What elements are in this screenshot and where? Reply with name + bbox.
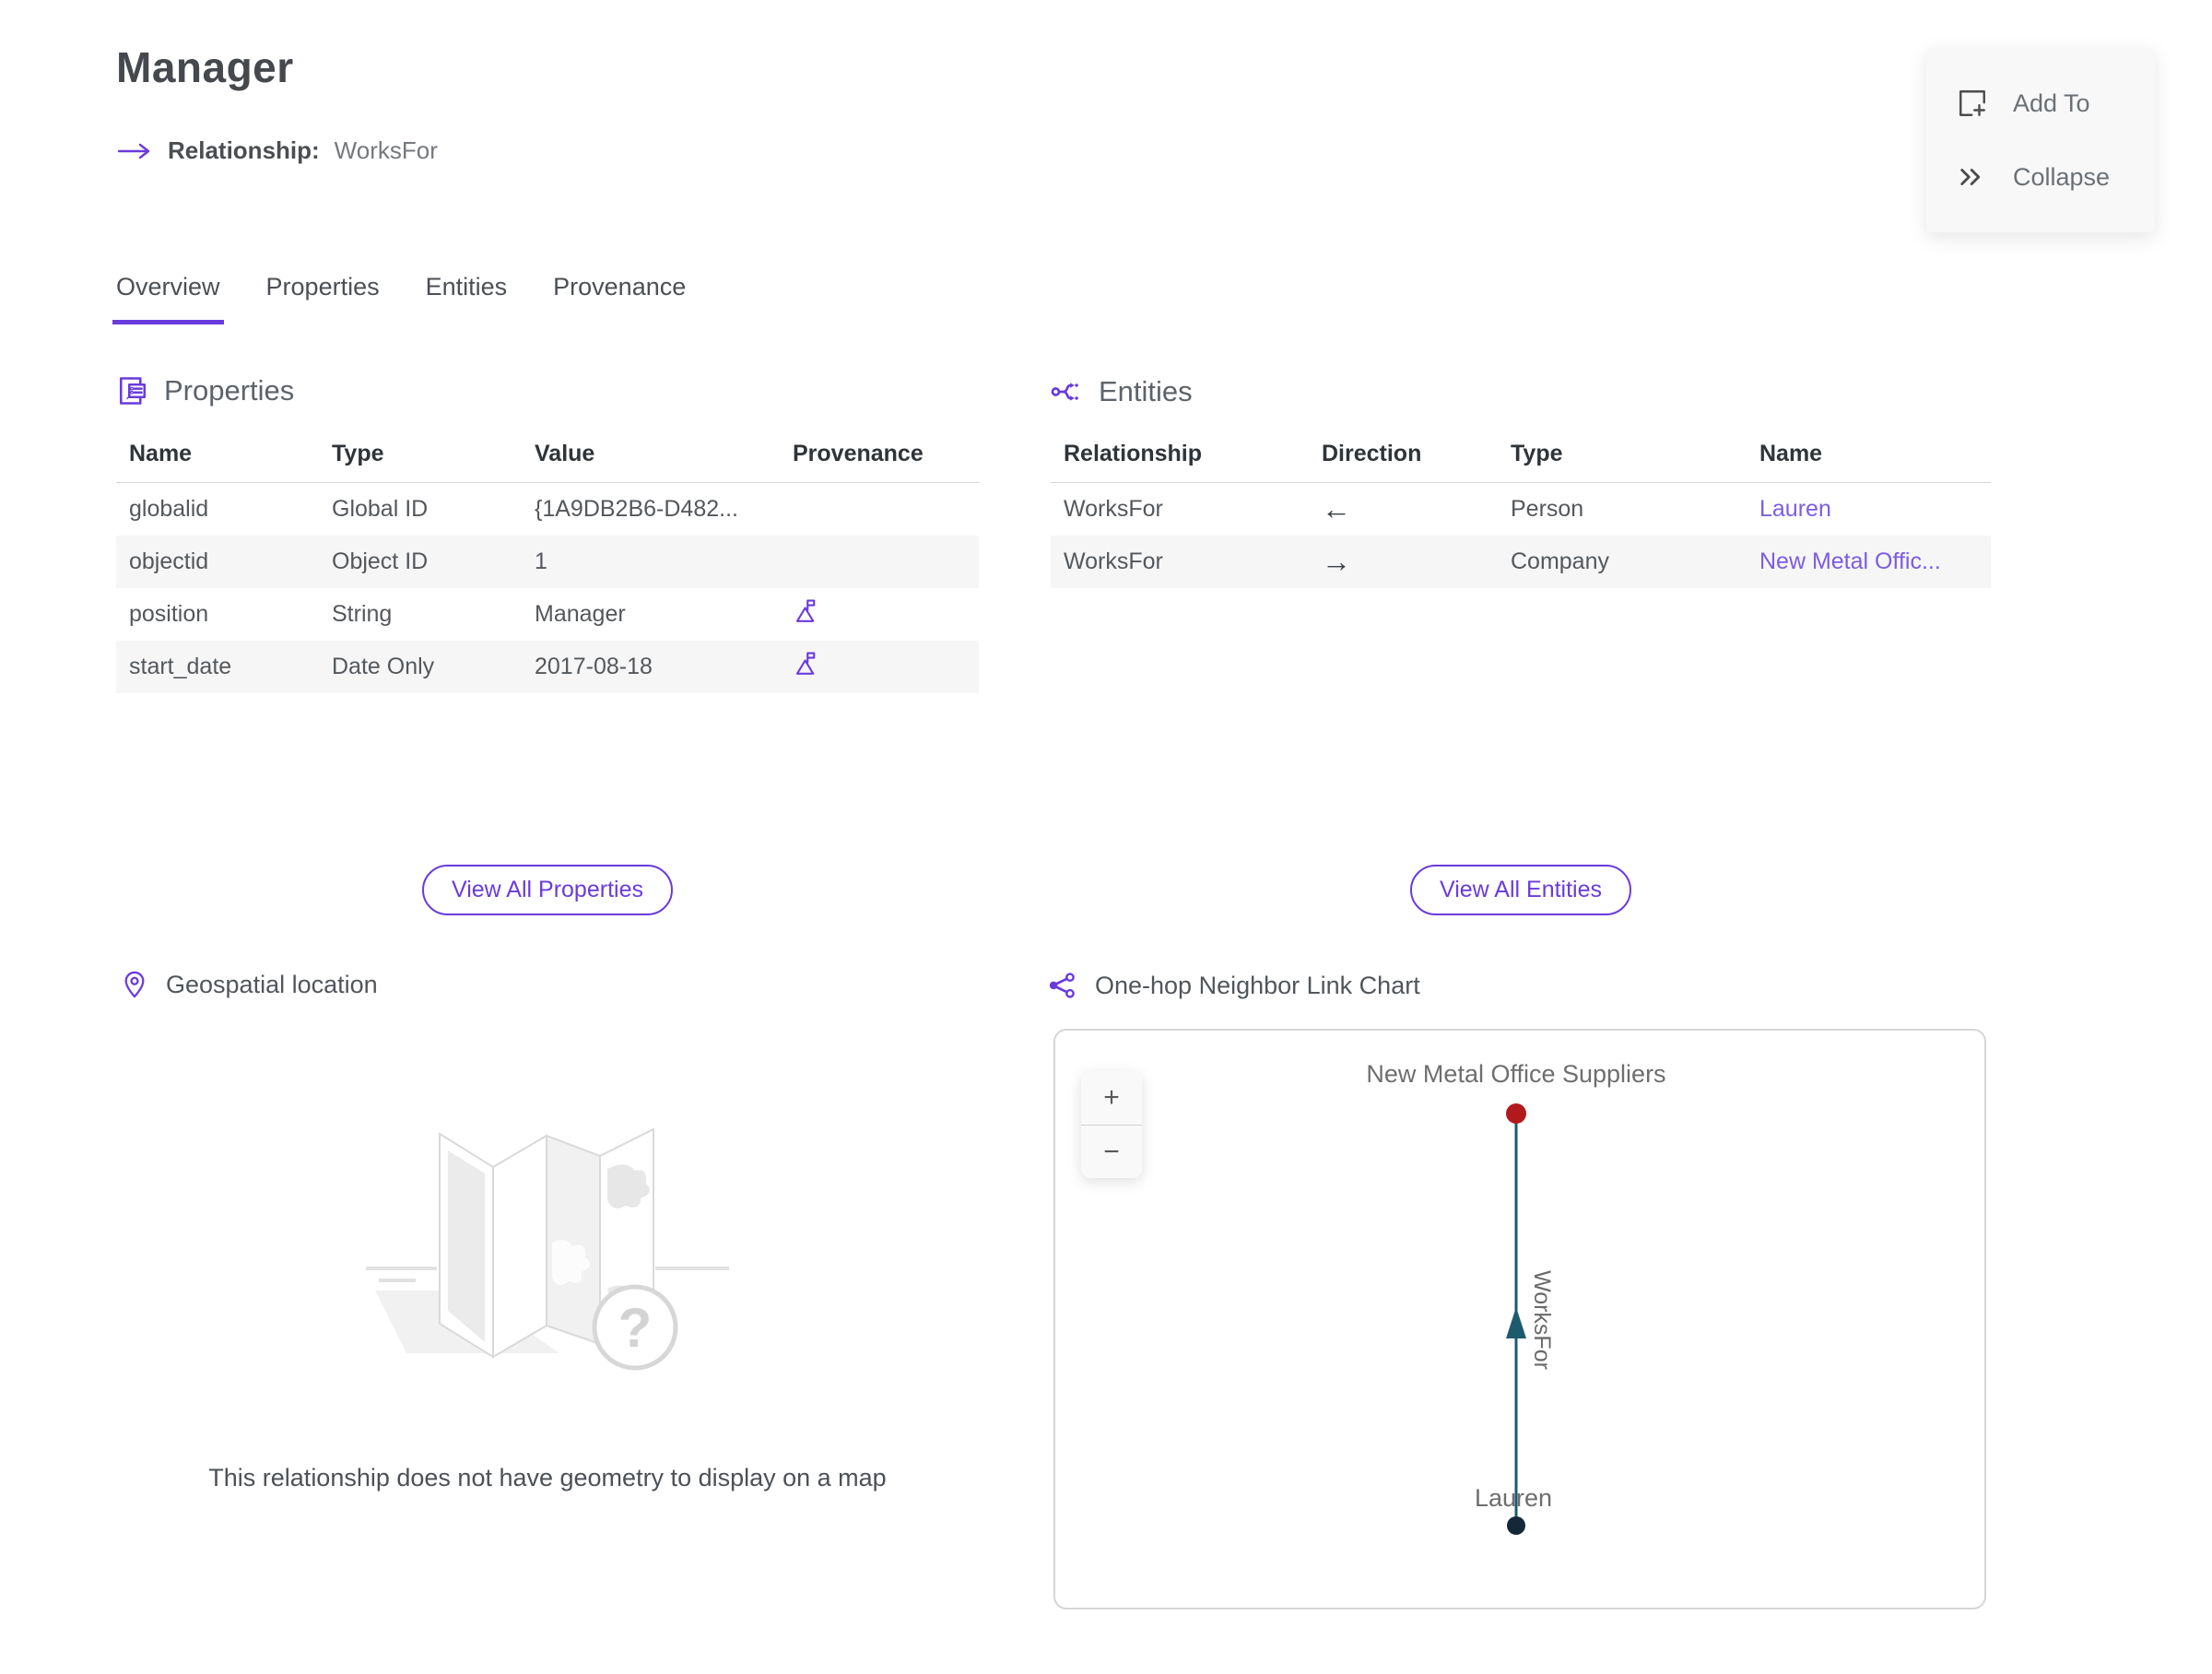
- property-provenance-cell: [780, 536, 979, 588]
- provenance-flag-icon[interactable]: [793, 597, 820, 625]
- entities-section-title: Entities: [1099, 375, 1193, 407]
- zoom-in-button[interactable]: +: [1081, 1071, 1142, 1125]
- view-all-entities-button[interactable]: View All Entities: [1409, 865, 1631, 915]
- collapse-button[interactable]: Collapse: [1926, 140, 2155, 214]
- add-to-label: Add To: [2013, 88, 2090, 117]
- view-all-properties-button[interactable]: View All Properties: [422, 865, 673, 915]
- page-title: Manager: [116, 43, 294, 91]
- tab-properties[interactable]: Properties: [263, 273, 383, 324]
- col-header-relationship: Relationship: [1051, 426, 1309, 483]
- collapse-label: Collapse: [2013, 162, 2111, 191]
- map-placeholder: ?: [116, 1021, 979, 1445]
- node-label-person[interactable]: Lauren: [1475, 1484, 1552, 1512]
- properties-icon: [119, 377, 147, 405]
- map-pin-icon: [124, 971, 145, 998]
- entity-relationship: WorksFor: [1064, 496, 1163, 522]
- property-value: {1A9DB2B6-D482...: [535, 496, 738, 522]
- properties-section-title: Properties: [164, 374, 295, 407]
- map-placeholder-illustration: ?: [366, 1127, 729, 1371]
- relationship-detail-page: Manager Relationship: WorksFor Add To Co…: [0, 0, 2212, 1674]
- property-provenance-cell: [780, 641, 979, 693]
- col-header-name: Name: [116, 426, 319, 483]
- entities-table: Relationship Direction Type Name WorksFo…: [1051, 426, 1991, 588]
- add-to-icon: [1959, 90, 1985, 116]
- relationship-subtitle: Relationship: WorksFor: [116, 136, 438, 165]
- entity-relationship: WorksFor: [1064, 548, 1163, 574]
- relationship-value: WorksFor: [334, 136, 438, 164]
- floating-actions-panel: Add To Collapse: [1926, 48, 2155, 232]
- tab-entities[interactable]: Entities: [422, 273, 512, 324]
- tab-bar: Overview Properties Entities Provenance: [112, 273, 689, 324]
- col-header-provenance: Provenance: [780, 426, 979, 483]
- entity-link[interactable]: Lauren: [1759, 496, 1831, 522]
- geospatial-section-title: Geospatial location: [166, 970, 378, 998]
- relationship-arrow-icon: [117, 143, 150, 159]
- table-row: position String Manager: [116, 588, 979, 641]
- link-chart-section-title: One-hop Neighbor Link Chart: [1095, 971, 1420, 999]
- properties-table: Name Type Value Provenance globalid Glob…: [116, 426, 979, 693]
- node-label-company[interactable]: New Metal Office Suppliers: [1366, 1060, 1665, 1088]
- property-type: Date Only: [332, 654, 435, 679]
- property-value: Manager: [535, 601, 626, 627]
- edge-arrowhead: [1506, 1307, 1526, 1338]
- node-dot-person[interactable]: [1507, 1516, 1525, 1535]
- link-chart-panel: New Metal Office Suppliers WorksFor Laur…: [1053, 1029, 1986, 1609]
- add-to-button[interactable]: Add To: [1926, 66, 2155, 140]
- entity-type: Person: [1511, 496, 1584, 522]
- node-dot-company[interactable]: [1506, 1103, 1526, 1124]
- property-value: 2017-08-18: [535, 654, 653, 679]
- edge-label[interactable]: WorksFor: [1529, 1270, 1555, 1370]
- property-name: globalid: [129, 496, 209, 522]
- property-name: start_date: [129, 654, 232, 679]
- col-header-value: Value: [522, 426, 780, 483]
- entity-type: Company: [1511, 548, 1609, 574]
- property-name: objectid: [129, 548, 209, 574]
- tab-overview[interactable]: Overview: [112, 273, 224, 324]
- col-header-direction: Direction: [1309, 426, 1498, 483]
- property-type: Object ID: [332, 548, 429, 574]
- property-name: position: [129, 601, 209, 627]
- entities-header-row: Relationship Direction Type Name: [1051, 426, 1991, 483]
- property-type: Global ID: [332, 496, 429, 522]
- map-question-mark: ?: [618, 1297, 653, 1359]
- link-chart-canvas[interactable]: New Metal Office Suppliers WorksFor Laur…: [1055, 1031, 1984, 1608]
- property-provenance-cell: [780, 588, 979, 641]
- geospatial-section-heading: Geospatial location: [120, 970, 378, 999]
- table-row: WorksFor → Company New Metal Offic...: [1051, 536, 1991, 588]
- property-value: 1: [535, 548, 547, 574]
- entity-link[interactable]: New Metal Offic...: [1759, 548, 1941, 574]
- table-row: globalid Global ID {1A9DB2B6-D482...: [116, 483, 979, 536]
- col-header-type: Type: [319, 426, 522, 483]
- table-row: WorksFor ← Person Lauren: [1051, 483, 1991, 536]
- provenance-flag-icon[interactable]: [793, 650, 820, 678]
- col-header-entity-name: Name: [1747, 426, 1991, 483]
- properties-section-heading: Properties: [116, 374, 294, 407]
- col-header-entity-type: Type: [1498, 426, 1747, 483]
- entities-section-heading: Entities: [1049, 374, 1193, 409]
- zoom-out-button[interactable]: −: [1081, 1125, 1142, 1178]
- property-provenance-cell: [780, 483, 979, 536]
- zoom-control: + −: [1081, 1071, 1142, 1178]
- property-type: String: [332, 601, 393, 627]
- table-row: objectid Object ID 1: [116, 536, 979, 588]
- direction-arrow-left: ←: [1322, 492, 1351, 525]
- entities-icon: [1051, 383, 1078, 401]
- tab-provenance[interactable]: Provenance: [549, 273, 689, 324]
- collapse-icon: [1960, 169, 1981, 185]
- view-all-entities-row: View All Entities: [1051, 865, 1991, 915]
- no-geometry-message: This relationship does not have geometry…: [208, 1464, 887, 1491]
- direction-arrow-right: →: [1322, 545, 1351, 578]
- link-chart-icon: [1049, 973, 1075, 998]
- view-all-properties-row: View All Properties: [116, 865, 979, 915]
- relationship-label: Relationship:: [168, 136, 320, 164]
- properties-header-row: Name Type Value Provenance: [116, 426, 979, 483]
- table-row: start_date Date Only 2017-08-18: [116, 641, 979, 693]
- link-chart-section-heading: One-hop Neighbor Link Chart: [1047, 970, 1420, 1001]
